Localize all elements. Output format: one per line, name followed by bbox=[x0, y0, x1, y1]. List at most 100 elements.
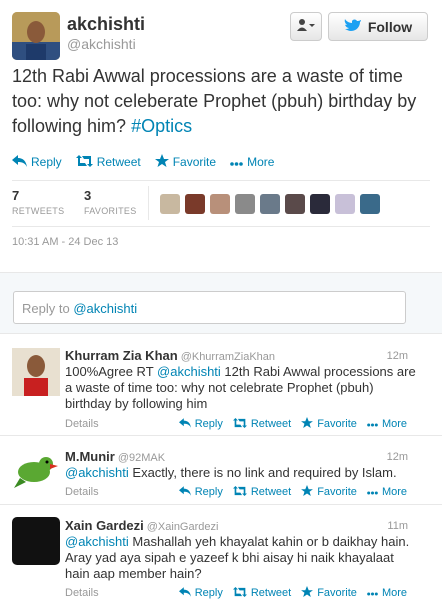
avatar[interactable] bbox=[12, 12, 60, 60]
reply-author[interactable]: Khurram Zia Khan @KhurramZiaKhan bbox=[65, 348, 275, 363]
favorite-button[interactable]: Favorite bbox=[301, 586, 357, 600]
avatar[interactable] bbox=[210, 194, 230, 214]
reply-text: @akchishti Mashallah yeh khayalat kahin … bbox=[65, 534, 420, 582]
reply-footer: Details Reply Retweet Favorite More bbox=[65, 485, 407, 499]
follow-label: Follow bbox=[367, 18, 413, 35]
reply-label: Reply bbox=[194, 486, 223, 498]
retweet-label: Retweet bbox=[250, 486, 292, 498]
avatar[interactable] bbox=[235, 194, 255, 214]
tweet-body: 12th Rabi Awwal processions are a waste … bbox=[12, 66, 417, 136]
avatar[interactable] bbox=[12, 348, 60, 396]
avatar[interactable] bbox=[285, 194, 305, 214]
reply-time[interactable]: 12m bbox=[387, 350, 408, 362]
more-button[interactable]: More bbox=[230, 155, 274, 169]
avatar[interactable] bbox=[360, 194, 380, 214]
retweet-icon bbox=[75, 154, 93, 170]
favorite-label: Favorite bbox=[172, 155, 217, 169]
favorites-count: 3 bbox=[84, 188, 92, 203]
list-item[interactable]: Xain Gardezi @XainGardezi 11m @akchishti … bbox=[0, 505, 442, 603]
avatar[interactable] bbox=[260, 194, 280, 214]
retweet-label: Retweet bbox=[250, 587, 292, 599]
user-icon bbox=[297, 19, 315, 34]
text-part: Exactly, there is no link and required b… bbox=[128, 465, 397, 480]
author-name: M.Munir bbox=[65, 449, 115, 464]
reply-mention: @akchishti bbox=[73, 301, 138, 316]
favorites-stat[interactable]: 3 FAVORITES bbox=[84, 188, 137, 216]
retweet-label: Retweet bbox=[250, 418, 292, 430]
reply-input[interactable]: Reply to @akchishti bbox=[13, 291, 406, 324]
reply-footer: Details Reply Retweet Favorite More bbox=[65, 417, 407, 431]
star-icon bbox=[154, 154, 169, 170]
retweet-button[interactable]: Retweet bbox=[232, 485, 292, 499]
reply-footer: Details Reply Retweet Favorite More bbox=[65, 586, 407, 600]
favorite-button[interactable]: Favorite bbox=[154, 154, 217, 170]
more-icon bbox=[230, 155, 243, 169]
author-name: Xain Gardezi bbox=[65, 518, 144, 533]
follow-button[interactable]: Follow bbox=[328, 12, 428, 41]
hashtag-link[interactable]: #Optics bbox=[131, 116, 192, 136]
retweet-button[interactable]: Retweet bbox=[232, 586, 292, 600]
mention-link[interactable]: @akchishti bbox=[157, 364, 221, 379]
more-label: More bbox=[381, 418, 407, 430]
star-icon bbox=[301, 417, 314, 431]
more-icon bbox=[367, 486, 378, 498]
author-handle: @XainGardezi bbox=[146, 521, 219, 533]
retweet-button[interactable]: Retweet bbox=[232, 417, 292, 431]
more-button[interactable]: More bbox=[367, 485, 407, 499]
reply-label: Reply bbox=[194, 587, 223, 599]
avatar[interactable] bbox=[12, 517, 60, 565]
reply-label: Reply bbox=[194, 418, 223, 430]
list-item[interactable]: Khurram Zia Khan @KhurramZiaKhan 12m 100%… bbox=[0, 334, 442, 436]
reply-button[interactable]: Reply bbox=[178, 586, 223, 600]
tweet-text: 12th Rabi Awwal processions are a waste … bbox=[12, 64, 432, 139]
reply-text: @akchishti Exactly, there is no link and… bbox=[65, 465, 420, 481]
avatar[interactable] bbox=[160, 194, 180, 214]
text-part: 100%Agree RT bbox=[65, 364, 158, 379]
more-icon bbox=[367, 587, 378, 599]
reply-author[interactable]: M.Munir @92MAK bbox=[65, 449, 165, 464]
favorite-button[interactable]: Favorite bbox=[301, 485, 357, 499]
reply-time[interactable]: 11m bbox=[387, 520, 408, 532]
details-link[interactable]: Details bbox=[65, 587, 179, 599]
reply-icon bbox=[12, 154, 27, 170]
reply-placeholder: Reply to bbox=[22, 301, 74, 316]
reply-time[interactable]: 12m bbox=[387, 451, 408, 463]
retweets-count: 7 bbox=[12, 188, 20, 203]
more-button[interactable]: More bbox=[367, 417, 407, 431]
avatar[interactable] bbox=[185, 194, 205, 214]
favorite-label: Favorite bbox=[317, 486, 357, 498]
reply-button[interactable]: Reply bbox=[178, 417, 223, 431]
favorites-label: FAVORITES bbox=[84, 206, 137, 216]
mention-link[interactable]: @akchishti bbox=[65, 534, 129, 549]
reply-author[interactable]: Xain Gardezi @XainGardezi bbox=[65, 518, 218, 533]
reply-icon bbox=[178, 485, 191, 499]
favorite-button[interactable]: Favorite bbox=[301, 417, 357, 431]
avatar[interactable] bbox=[12, 448, 60, 496]
author-name: Khurram Zia Khan bbox=[65, 348, 178, 363]
details-link[interactable]: Details bbox=[65, 418, 179, 430]
star-icon bbox=[301, 586, 314, 600]
avatar[interactable] bbox=[335, 194, 355, 214]
reply-button[interactable]: Reply bbox=[12, 154, 62, 170]
user-handle[interactable]: @akchishti bbox=[67, 36, 136, 52]
reply-label: Reply bbox=[31, 155, 62, 169]
divider bbox=[148, 186, 149, 220]
details-link[interactable]: Details bbox=[65, 486, 179, 498]
list-item[interactable]: M.Munir @92MAK 12m @akchishti Exactly, th… bbox=[0, 436, 442, 505]
more-button[interactable]: More bbox=[367, 586, 407, 600]
user-actions-button[interactable] bbox=[290, 12, 322, 41]
reply-button[interactable]: Reply bbox=[178, 485, 223, 499]
reply-text: 100%Agree RT @akchishti 12th Rabi Awwal … bbox=[65, 364, 420, 412]
avatar[interactable] bbox=[310, 194, 330, 214]
retweet-icon bbox=[232, 586, 247, 600]
tweet-actions: Reply Retweet Favorite More bbox=[12, 154, 274, 170]
retweet-button[interactable]: Retweet bbox=[75, 154, 141, 170]
favorite-label: Favorite bbox=[317, 587, 357, 599]
divider bbox=[12, 180, 430, 181]
more-label: More bbox=[381, 587, 407, 599]
mention-link[interactable]: @akchishti bbox=[65, 465, 129, 480]
divider bbox=[12, 226, 430, 227]
retweets-stat[interactable]: 7 RETWEETS bbox=[12, 188, 64, 216]
tweet-date[interactable]: 10:31 AM - 24 Dec 13 bbox=[12, 236, 118, 248]
user-name[interactable]: akchishti bbox=[67, 14, 145, 35]
